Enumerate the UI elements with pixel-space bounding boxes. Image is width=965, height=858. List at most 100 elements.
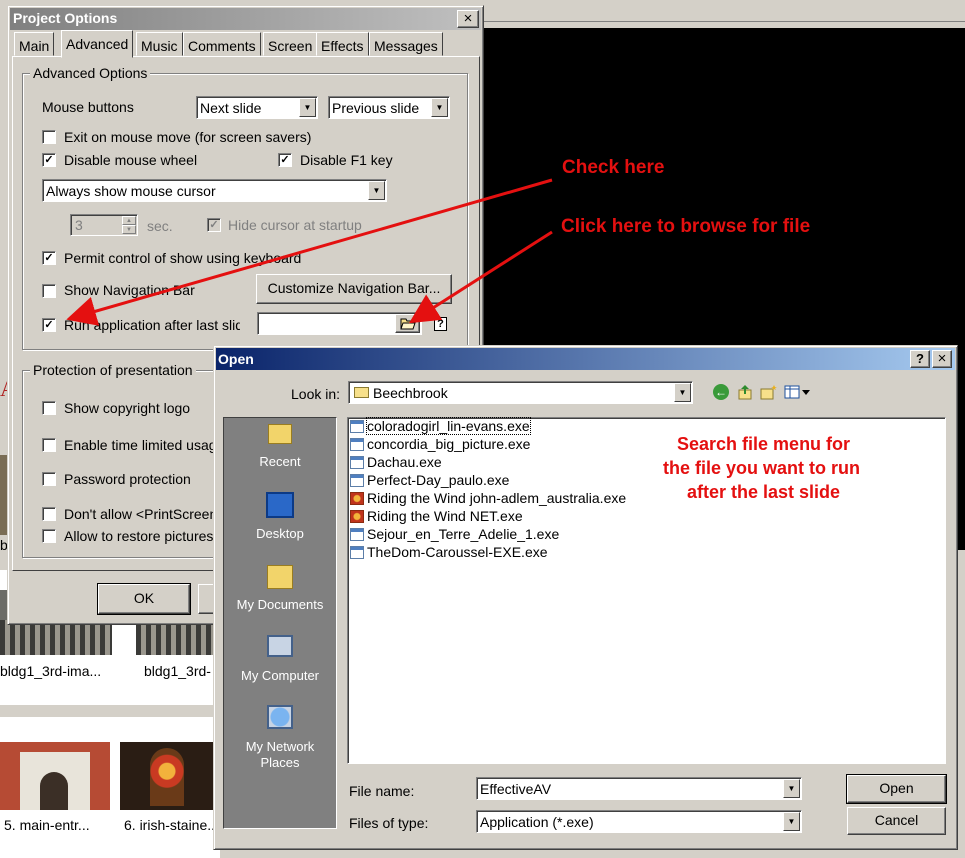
time-limited-checkbox[interactable] (42, 438, 56, 452)
project-options-close-button[interactable]: × (457, 10, 479, 28)
file-name-text: TheDom-Caroussel-EXE.exe (367, 544, 548, 560)
file-name-text: Perfect-Day_paulo.exe (367, 472, 510, 488)
file-list-item[interactable]: TheDom-Caroussel-EXE.exe (350, 544, 548, 562)
mouse-left-select[interactable]: Next slide ▼ (196, 96, 318, 119)
files-of-type-label: Files of type: (349, 815, 429, 831)
exe-icon (350, 528, 364, 541)
password-label: Password protection (64, 471, 191, 487)
open-cancel-button[interactable]: Cancel (847, 807, 946, 835)
tab-main-label: Main (19, 38, 50, 54)
thumbnail-main-entrance[interactable] (0, 742, 110, 810)
advanced-options-legend: Advanced Options (30, 65, 151, 81)
show-nav-bar-checkbox[interactable] (42, 284, 56, 298)
file-list-item[interactable]: coloradogirl_lin-evans.exe (350, 417, 531, 436)
file-list-item[interactable]: Perfect-Day_paulo.exe (350, 472, 509, 490)
allow-restore-checkbox[interactable] (42, 529, 56, 543)
open-help-button[interactable]: ? (910, 350, 930, 368)
cursor-mode-value: Always show mouse cursor (46, 183, 216, 199)
file-name-text: Riding the Wind NET.exe (367, 508, 523, 524)
help-icon[interactable]: ? (434, 317, 447, 331)
mouse-right-select[interactable]: Previous slide ▼ (328, 96, 450, 119)
ok-button[interactable]: OK (98, 584, 190, 614)
look-in-select[interactable]: Beechbrook ▼ (348, 381, 693, 404)
show-copyright-checkbox[interactable] (42, 401, 56, 415)
chevron-down-icon[interactable]: ▼ (674, 383, 691, 402)
open-dialog-title: Open (218, 351, 254, 367)
recent-icon (268, 424, 292, 444)
disable-mouse-wheel-checkbox[interactable]: ✓ (42, 153, 56, 167)
file-name-text: concordia_big_picture.exe (367, 436, 531, 452)
back-icon[interactable]: ← (713, 384, 729, 400)
sec-label: sec. (147, 218, 173, 234)
run-app-checkbox[interactable]: ✓ (42, 318, 56, 332)
exe-icon (350, 438, 364, 451)
annotation-check-here: Check here (562, 157, 665, 178)
file-name-text: Dachau.exe (367, 454, 442, 470)
tab-music[interactable]: Music (136, 32, 183, 56)
my-computer-icon (267, 635, 293, 657)
red-app-icon (350, 510, 364, 523)
file-list-item[interactable]: concordia_big_picture.exe (350, 436, 530, 454)
my-computer-label: My Computer (240, 668, 320, 683)
file-name-input[interactable]: EffectiveAV ▼ (476, 777, 802, 800)
sec-spinner[interactable]: 3 ▲ ▼ (70, 214, 138, 236)
file-list-item[interactable]: Riding the Wind john-adlem_australia.exe (350, 490, 626, 508)
my-documents-place[interactable]: My Documents (223, 563, 337, 618)
browse-button[interactable] (395, 314, 420, 333)
close-icon: × (937, 350, 947, 367)
chevron-down-icon[interactable]: ▼ (783, 779, 800, 798)
mouse-right-value: Previous slide (332, 100, 420, 116)
mouse-buttons-label: Mouse buttons (42, 99, 134, 115)
show-nav-bar-label: Show Navigation Bar (64, 282, 195, 298)
tab-advanced[interactable]: Advanced (61, 30, 134, 58)
chevron-down-icon[interactable]: ▼ (368, 181, 385, 200)
open-close-button[interactable]: × (932, 350, 952, 368)
files-of-type-select[interactable]: Application (*.exe) ▼ (476, 810, 802, 833)
spinner-up-icon[interactable]: ▲ (122, 216, 136, 225)
file-name-text: Riding the Wind john-adlem_australia.exe (367, 490, 627, 506)
desktop-label: Desktop (256, 526, 304, 541)
chevron-down-icon[interactable]: ▼ (783, 812, 800, 831)
dont-allow-print-checkbox[interactable] (42, 507, 56, 521)
exit-on-mouse-move-label: Exit on mouse move (for screen savers) (64, 129, 312, 145)
cursor-mode-select[interactable]: Always show mouse cursor ▼ (42, 179, 387, 202)
chevron-down-icon[interactable]: ▼ (431, 98, 448, 117)
exe-icon (350, 456, 364, 469)
exe-icon (350, 420, 364, 433)
tab-comments[interactable]: Comments (183, 32, 261, 56)
desktop-place[interactable]: Desktop (223, 490, 337, 545)
tab-messages[interactable]: Messages (369, 32, 443, 56)
my-documents-icon (267, 565, 293, 589)
recent-place[interactable]: Recent (223, 422, 337, 472)
file-name-text: Sejour_en_Terre_Adelie_1.exe (367, 526, 560, 542)
folder-icon (354, 387, 369, 398)
permit-keyboard-checkbox[interactable]: ✓ (42, 251, 56, 265)
permit-keyboard-label: Permit control of show using keyboard (64, 250, 302, 266)
up-folder-icon[interactable] (737, 384, 753, 400)
hide-cursor-label: Hide cursor at startup (228, 217, 362, 233)
open-dialog-titlebar[interactable] (216, 348, 955, 370)
password-checkbox[interactable] (42, 472, 56, 486)
file-list-item[interactable]: Dachau.exe (350, 454, 442, 472)
tab-screen[interactable]: Screen (263, 32, 318, 56)
disable-mouse-wheel-label: Disable mouse wheel (64, 152, 198, 168)
tab-effects[interactable]: Effects (316, 32, 369, 56)
hide-cursor-checkbox[interactable]: ✓ (207, 218, 221, 232)
view-menu-icon[interactable] (784, 384, 812, 400)
new-folder-icon[interactable] (760, 384, 778, 400)
run-app-label: Run application after last slide (64, 317, 240, 333)
thumbnail-irish-stained[interactable] (120, 742, 214, 810)
spinner-down-icon[interactable]: ▼ (122, 225, 136, 234)
disable-f1-label: Disable F1 key (300, 152, 393, 168)
annotation-search-2: the file you want to run (663, 458, 860, 478)
tab-main[interactable]: Main (14, 32, 55, 56)
my-network-place[interactable]: My Network Places (223, 703, 337, 773)
exit-on-mouse-move-checkbox[interactable] (42, 130, 56, 144)
customize-nav-bar-button[interactable]: Customize Navigation Bar... (256, 274, 452, 304)
chevron-down-icon[interactable]: ▼ (299, 98, 316, 117)
file-list-item[interactable]: Riding the Wind NET.exe (350, 508, 523, 526)
file-list-item[interactable]: Sejour_en_Terre_Adelie_1.exe (350, 526, 559, 544)
open-button[interactable]: Open (847, 775, 946, 803)
my-computer-place[interactable]: My Computer (223, 633, 337, 688)
disable-f1-checkbox[interactable]: ✓ (278, 153, 292, 167)
